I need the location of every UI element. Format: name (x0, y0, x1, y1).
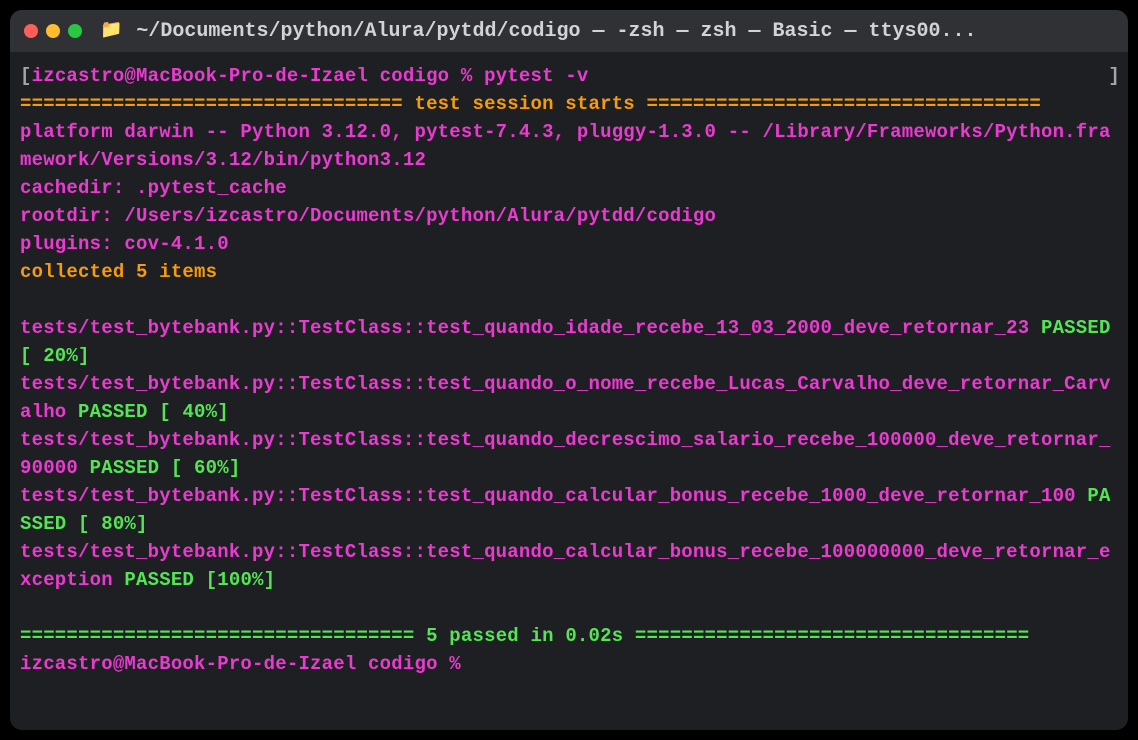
prompt-command: pytest -v (484, 65, 588, 87)
terminal-window: 📁 ~/Documents/python/Alura/pytdd/codigo … (10, 10, 1128, 730)
test-status: PASSED (124, 569, 194, 591)
summary-timing: in 0.02s (519, 625, 623, 647)
test-path: tests/test_bytebank.py::TestClass::test_… (20, 485, 1087, 507)
test-pct: [ 60%] (159, 457, 240, 479)
folder-icon: 📁 (100, 22, 122, 40)
test-status: PASSED (90, 457, 160, 479)
session-rule-right: ================================== (635, 93, 1041, 115)
env-plugins: plugins: cov-4.1.0 (20, 233, 229, 255)
summary-rule-right: ================================== (623, 625, 1029, 647)
window-title: ~/Documents/python/Alura/pytdd/codigo — … (136, 20, 976, 43)
test-status: PASSED (78, 401, 148, 423)
session-rule-left: ================================= (20, 93, 414, 115)
terminal-body[interactable]: [izcastro@MacBook-Pro-de-Izael codigo % … (10, 52, 1128, 730)
collected-line: collected 5 items (20, 261, 217, 283)
prompt-user-host: izcastro@MacBook-Pro-de-Izael codigo % (20, 653, 472, 675)
titlebar: 📁 ~/Documents/python/Alura/pytdd/codigo … (10, 10, 1128, 52)
prompt-close-bracket: ] (1108, 62, 1120, 90)
summary-passed: 5 passed (426, 625, 519, 647)
close-icon[interactable] (24, 24, 38, 38)
minimize-icon[interactable] (46, 24, 60, 38)
test-status: PASSED (1041, 317, 1111, 339)
prompt-user-host: izcastro@MacBook-Pro-de-Izael codigo % (32, 65, 484, 87)
test-pct: [ 40%] (148, 401, 229, 423)
session-header: test session starts (414, 93, 634, 115)
summary-rule-left: ================================== (20, 625, 426, 647)
prompt-open-bracket: [ (20, 65, 32, 87)
maximize-icon[interactable] (68, 24, 82, 38)
env-rootdir: rootdir: /Users/izcastro/Documents/pytho… (20, 205, 716, 227)
test-pct: [100%] (194, 569, 275, 591)
test-pct: [ 80%] (66, 513, 147, 535)
env-platform: platform darwin -- Python 3.12.0, pytest… (20, 121, 1111, 171)
env-cachedir: cachedir: .pytest_cache (20, 177, 287, 199)
test-path: tests/test_bytebank.py::TestClass::test_… (20, 317, 1041, 339)
